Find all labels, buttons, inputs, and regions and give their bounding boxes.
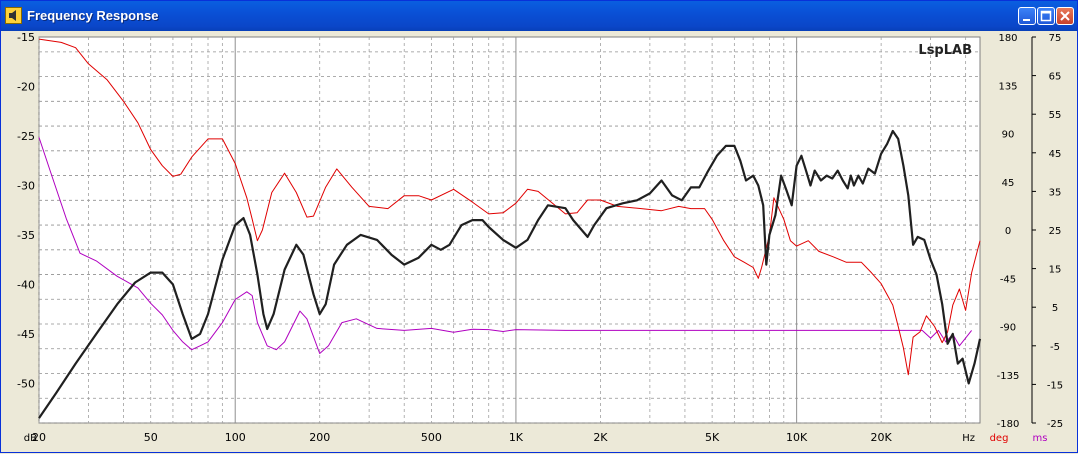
chart-area: 20 50 100 200 500 1K 2K 5K 10K 20K -15 -20 -25 -30 -35…: [5, 31, 1075, 450]
maximize-icon: [1040, 10, 1052, 22]
ms-unit-label: ms: [1033, 433, 1048, 444]
ms-tick-label: 55: [1049, 110, 1062, 121]
db-unit-label: dB: [24, 433, 37, 444]
db-tick-label: -30: [17, 179, 35, 192]
x-tick-label: 100: [225, 431, 246, 444]
x-tick-label: 2K: [593, 431, 608, 444]
ms-tick-label: 65: [1049, 72, 1062, 83]
x-tick-label: 1K: [509, 431, 524, 444]
grid: [38, 36, 981, 424]
db-tick-label: -35: [17, 229, 35, 242]
minimize-button[interactable]: [1018, 7, 1036, 25]
db-tick-label: -40: [17, 278, 35, 291]
x-tick-label: 20K: [871, 431, 893, 444]
maximize-button[interactable]: [1037, 7, 1055, 25]
deg-tick-label: 90: [1002, 130, 1015, 141]
ms-tick-label: -5: [1050, 342, 1060, 353]
deg-tick-label: 45: [1002, 178, 1015, 189]
close-icon: [1060, 11, 1070, 21]
db-tick-label: -20: [17, 80, 35, 93]
deg-tick-label: -180: [997, 419, 1020, 430]
ms-tick-label: 35: [1049, 187, 1062, 198]
ms-tick-label: 25: [1049, 226, 1062, 237]
x-tick-label: 5K: [705, 431, 720, 444]
x-tick-label: 50: [144, 431, 158, 444]
plot-background: [38, 36, 981, 424]
frequency-response-chart: 20 50 100 200 500 1K 2K 5K 10K 20K-15-20-25-30-35…: [17, 31, 1063, 444]
ms-tick-label: -25: [1047, 419, 1063, 430]
x-tick-label: 200: [309, 431, 330, 444]
ms-tick-label: 15: [1049, 265, 1062, 276]
frequency-response-window: Frequency Response 20 50 100 200 500 1K 2K 5K 10…: [0, 0, 1078, 453]
window-title: Frequency Response: [27, 8, 159, 23]
title-bar[interactable]: Frequency Response: [1, 1, 1077, 31]
db-tick-label: -25: [17, 130, 35, 143]
ms-tick-label: 45: [1049, 149, 1062, 160]
x-tick-label: 10K: [786, 431, 808, 444]
x-tick-label: 500: [421, 431, 442, 444]
deg-tick-label: -90: [1000, 323, 1016, 334]
ms-tick-label: 75: [1049, 33, 1062, 44]
close-button[interactable]: [1056, 7, 1074, 25]
deg-tick-label: -45: [1000, 274, 1016, 285]
ms-tick-label: -15: [1047, 380, 1063, 391]
db-tick-label: -45: [17, 328, 35, 341]
db-tick-label: -15: [17, 31, 35, 44]
watermark: LspLAB: [918, 43, 972, 58]
deg-tick-label: 135: [998, 81, 1017, 92]
deg-unit-label: deg: [990, 433, 1009, 444]
deg-tick-label: 180: [998, 33, 1017, 44]
speaker-icon: [5, 7, 22, 24]
minimize-icon: [1023, 19, 1030, 21]
hz-unit-label: Hz: [962, 433, 975, 444]
deg-tick-label: -135: [997, 371, 1020, 382]
db-tick-label: -50: [17, 377, 35, 390]
deg-tick-label: 0: [1005, 226, 1011, 237]
ms-tick-label: 5: [1052, 303, 1058, 314]
